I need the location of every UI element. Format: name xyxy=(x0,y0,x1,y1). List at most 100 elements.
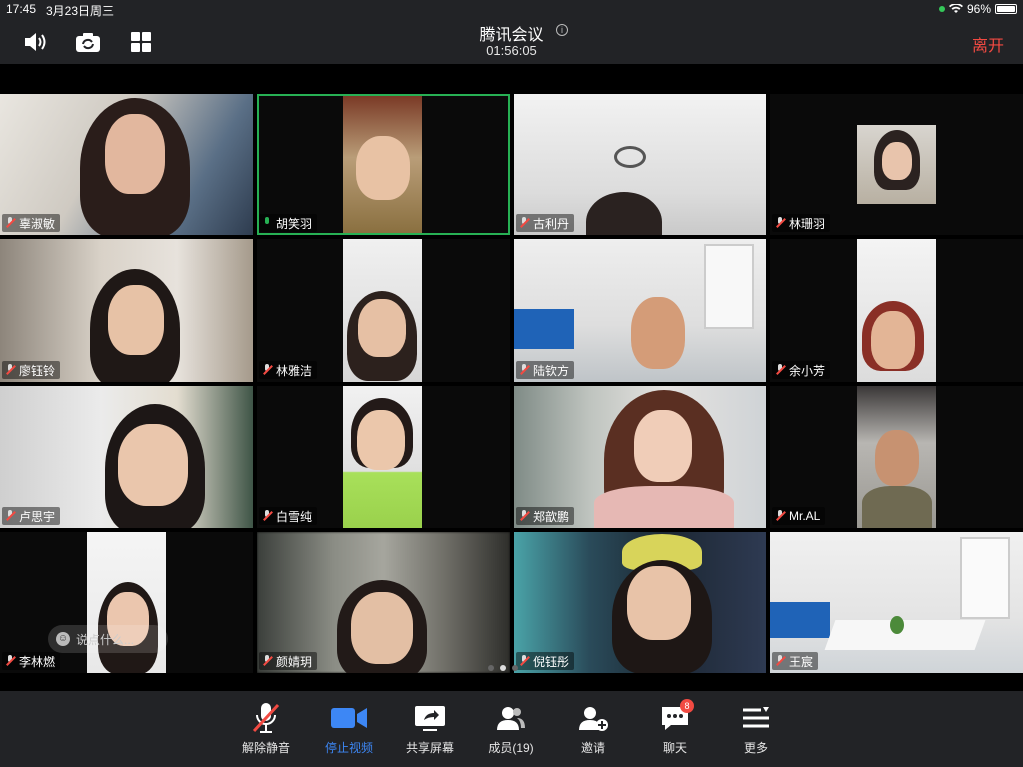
more-label: 更多 xyxy=(743,741,768,755)
mic-on-icon xyxy=(262,217,272,229)
video-tile-active-speaker[interactable]: 胡笑羽 xyxy=(257,94,510,235)
video-tile[interactable]: 郑歆鹏 xyxy=(514,386,766,528)
participant-name-tag: 王宸 xyxy=(772,652,819,670)
bottom-toolbar: 解除静音 停止视频 共享屏幕 成员(19) 邀请 8 聊天 更多 xyxy=(0,691,1023,767)
participant-name: 卢思宇 xyxy=(19,509,56,524)
mic-muted-icon xyxy=(775,364,786,376)
participant-face xyxy=(356,136,410,200)
background-window xyxy=(960,537,1010,619)
mic-muted-icon xyxy=(5,364,16,376)
participant-face xyxy=(118,424,188,506)
mic-muted-icon xyxy=(262,510,273,522)
status-time: 17:45 xyxy=(6,2,37,16)
participant-name-tag: 卢思宇 xyxy=(2,507,61,525)
chat-input-placeholder: 说点什么... xyxy=(76,632,135,647)
participant-name-tag: 余小芳 xyxy=(772,361,831,379)
page-dot[interactable] xyxy=(512,665,518,671)
stop-video-button[interactable]: 停止视频 xyxy=(314,699,384,756)
page-dot-current[interactable] xyxy=(500,665,506,671)
invite-button[interactable]: 邀请 xyxy=(558,699,628,756)
chat-button[interactable]: 8 聊天 xyxy=(640,699,710,756)
mic-muted-icon xyxy=(231,699,301,737)
chat-icon: 8 xyxy=(640,699,710,737)
video-tile[interactable]: Mr.AL xyxy=(770,386,1023,528)
more-button[interactable]: 更多 xyxy=(721,699,791,756)
video-tile[interactable]: 林珊羽 xyxy=(770,94,1023,235)
more-icon xyxy=(721,699,791,737)
participant-face xyxy=(105,114,165,194)
participant-face xyxy=(357,410,405,470)
participant-name-tag: 林珊羽 xyxy=(772,214,831,232)
chat-unread-badge: 8 xyxy=(680,699,694,713)
meeting-timer: 01:56:05 xyxy=(486,43,537,58)
participant-name-tag: 林雅洁 xyxy=(259,361,318,379)
mic-muted-icon xyxy=(5,655,16,667)
video-tile[interactable]: 卢思宇 xyxy=(0,386,253,528)
chat-label: 聊天 xyxy=(662,741,687,755)
stop-video-label: 停止视频 xyxy=(324,741,373,755)
status-indicators: 96% xyxy=(938,2,1017,16)
ceiling-lamp xyxy=(614,146,646,168)
info-icon[interactable]: i xyxy=(556,24,568,36)
share-screen-button[interactable]: 共享屏幕 xyxy=(395,699,465,756)
status-bar: 17:45 3月23日周三 96% xyxy=(0,0,1023,18)
participant-face xyxy=(358,299,406,357)
video-tile[interactable]: 余小芳 xyxy=(770,239,1023,382)
participant-name-tag: Mr.AL xyxy=(772,507,826,525)
background-plant xyxy=(890,616,904,634)
page-indicator[interactable] xyxy=(488,665,518,671)
members-icon xyxy=(476,699,546,737)
unmute-label: 解除静音 xyxy=(241,741,290,755)
video-tile[interactable]: 颜婧玥 xyxy=(257,532,510,673)
chat-quick-input[interactable]: ☺ 说点什么... xyxy=(48,625,168,653)
video-tile[interactable]: 古利丹 xyxy=(514,94,766,235)
participant-name: 古利丹 xyxy=(533,216,570,231)
video-tile[interactable]: 李林燃 ☺ 说点什么... xyxy=(0,532,253,673)
mic-muted-icon xyxy=(5,510,16,522)
video-tile[interactable]: 倪钰彤 xyxy=(514,532,766,673)
battery-icon xyxy=(995,4,1017,14)
participant-face xyxy=(631,297,685,369)
video-tile[interactable]: 廖钰铃 xyxy=(0,239,253,382)
participant-face xyxy=(871,311,915,369)
mic-muted-icon xyxy=(262,364,273,376)
participant-name-tag: 陆钦方 xyxy=(516,361,575,379)
participant-face xyxy=(882,142,912,180)
invite-icon xyxy=(558,699,628,737)
participant-name: 辜淑敏 xyxy=(19,216,56,231)
video-tile[interactable]: 白雪纯 xyxy=(257,386,510,528)
participant-name: 郑歆鹏 xyxy=(533,509,570,524)
video-tile[interactable]: 陆钦方 xyxy=(514,239,766,382)
participant-face xyxy=(351,592,413,664)
leave-button[interactable]: 离开 xyxy=(972,32,1004,56)
participant-name-tag: 白雪纯 xyxy=(259,507,318,525)
background-table xyxy=(824,620,986,650)
participant-name: 廖钰铃 xyxy=(19,363,56,378)
video-tile[interactable]: 林雅洁 xyxy=(257,239,510,382)
invite-label: 邀请 xyxy=(580,741,605,755)
unmute-button[interactable]: 解除静音 xyxy=(231,699,301,756)
video-camera-icon xyxy=(314,699,384,737)
emoji-icon[interactable]: ☺ xyxy=(56,632,70,646)
participant-name-tag: 倪钰彤 xyxy=(516,652,575,670)
mic-muted-icon xyxy=(519,217,530,229)
share-screen-label: 共享屏幕 xyxy=(405,741,454,755)
title-bar: 腾讯会议 i 01:56:05 离开 xyxy=(0,18,1023,64)
participant-name: 王宸 xyxy=(789,654,814,669)
status-date: 3月23日周三 xyxy=(46,4,115,18)
video-tile[interactable]: 辜淑敏 xyxy=(0,94,253,235)
mic-muted-icon xyxy=(519,655,530,667)
participant-face xyxy=(634,410,692,482)
participant-name: 李林燃 xyxy=(19,654,56,669)
members-label: 成员(19) xyxy=(488,741,534,755)
participant-name: 陆钦方 xyxy=(533,363,570,378)
participant-name: 林雅洁 xyxy=(276,363,313,378)
video-tile[interactable]: 王宸 xyxy=(770,532,1023,673)
background-sofa xyxy=(514,309,574,349)
background-window xyxy=(704,244,754,329)
participant-name-tag: 郑歆鹏 xyxy=(516,507,575,525)
battery-percent: 96% xyxy=(966,2,991,16)
background-sofa xyxy=(770,602,830,638)
page-dot[interactable] xyxy=(488,665,494,671)
members-button[interactable]: 成员(19) xyxy=(476,699,546,756)
